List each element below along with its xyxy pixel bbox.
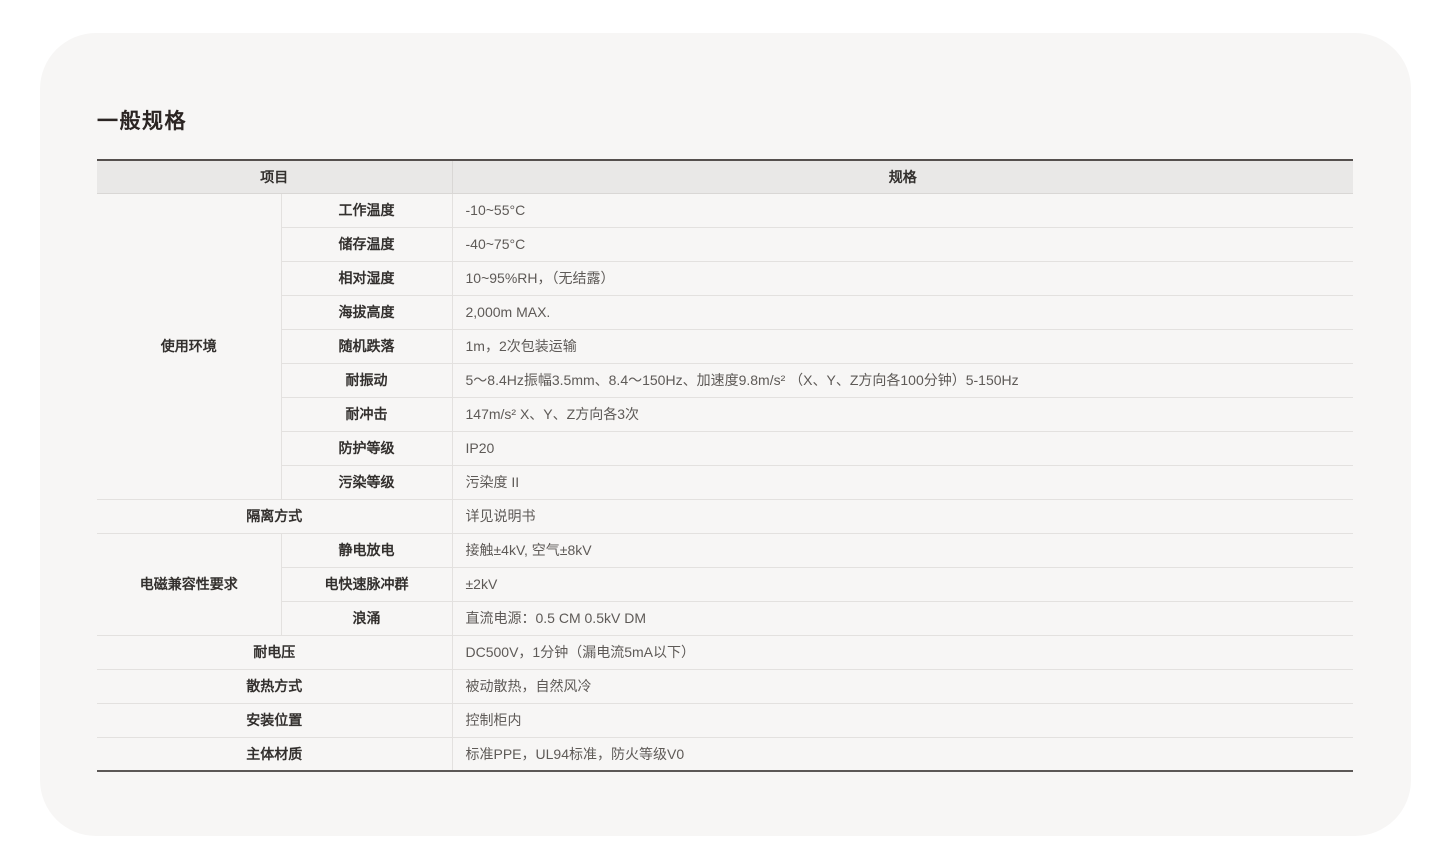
- value-cell: 10~95%RH，（无结露）: [452, 261, 1353, 295]
- item-cell: 污染等级: [281, 465, 452, 499]
- table-row: 耐冲击 147m/s² X、Y、Z方向各3次: [97, 397, 1353, 431]
- value-cell: 直流电源：0.5 CM 0.5kV DM: [452, 601, 1353, 635]
- item-cell: 主体材质: [97, 737, 452, 771]
- value-cell: 控制柜内: [452, 703, 1353, 737]
- table-header-row: 项目 规格: [97, 160, 1353, 193]
- item-cell: 静电放电: [281, 533, 452, 567]
- table-row: 耐电压 DC500V，1分钟（漏电流5mA以下）: [97, 635, 1353, 669]
- table-row: 污染等级 污染度 II: [97, 465, 1353, 499]
- table-row: 使用环境 工作温度 -10~55°C: [97, 193, 1353, 227]
- item-cell: 工作温度: [281, 193, 452, 227]
- section-title: 一般规格: [97, 109, 187, 134]
- value-cell: -40~75°C: [452, 227, 1353, 261]
- value-cell: 被动散热，自然风冷: [452, 669, 1353, 703]
- table-row: 浪涌 直流电源：0.5 CM 0.5kV DM: [97, 601, 1353, 635]
- item-cell: 随机跌落: [281, 329, 452, 363]
- value-cell: 1m，2次包装运输: [452, 329, 1353, 363]
- column-header-spec: 规格: [452, 160, 1353, 193]
- value-cell: 污染度 II: [452, 465, 1353, 499]
- table-row: 海拔高度 2,000m MAX.: [97, 295, 1353, 329]
- category-cell: 使用环境: [97, 193, 281, 499]
- item-cell: 安装位置: [97, 703, 452, 737]
- value-cell: ±2kV: [452, 567, 1353, 601]
- value-cell: 5～8.4Hz振幅3.5mm、8.4～150Hz、加速度9.8m/s² （X、Y…: [452, 363, 1353, 397]
- item-cell: 耐电压: [97, 635, 452, 669]
- table-row: 耐振动 5～8.4Hz振幅3.5mm、8.4～150Hz、加速度9.8m/s² …: [97, 363, 1353, 397]
- value-cell: IP20: [452, 431, 1353, 465]
- table-row: 主体材质 标准PPE，UL94标准，防火等级V0: [97, 737, 1353, 771]
- item-cell: 海拔高度: [281, 295, 452, 329]
- item-cell: 防护等级: [281, 431, 452, 465]
- value-cell: -10~55°C: [452, 193, 1353, 227]
- table-row: 电快速脉冲群 ±2kV: [97, 567, 1353, 601]
- item-cell: 隔离方式: [97, 499, 452, 533]
- table-row: 储存温度 -40~75°C: [97, 227, 1353, 261]
- value-cell: 147m/s² X、Y、Z方向各3次: [452, 397, 1353, 431]
- item-cell: 耐冲击: [281, 397, 452, 431]
- table-row: 散热方式 被动散热，自然风冷: [97, 669, 1353, 703]
- item-cell: 浪涌: [281, 601, 452, 635]
- item-cell: 电快速脉冲群: [281, 567, 452, 601]
- value-cell: DC500V，1分钟（漏电流5mA以下）: [452, 635, 1353, 669]
- value-cell: 标准PPE，UL94标准，防火等级V0: [452, 737, 1353, 771]
- value-cell: 接触±4kV, 空气±8kV: [452, 533, 1353, 567]
- column-header-item: 项目: [97, 160, 452, 193]
- value-cell: 详见说明书: [452, 499, 1353, 533]
- table-row: 相对湿度 10~95%RH，（无结露）: [97, 261, 1353, 295]
- table-row: 随机跌落 1m，2次包装运输: [97, 329, 1353, 363]
- item-cell: 耐振动: [281, 363, 452, 397]
- table-row: 电磁兼容性要求 静电放电 接触±4kV, 空气±8kV: [97, 533, 1353, 567]
- spec-card: 一般规格 项目 规格 使用环境 工作温度 -10~55°C 储存温度 -40~7…: [40, 33, 1411, 836]
- item-cell: 储存温度: [281, 227, 452, 261]
- table-row: 隔离方式 详见说明书: [97, 499, 1353, 533]
- item-cell: 相对湿度: [281, 261, 452, 295]
- table-row: 防护等级 IP20: [97, 431, 1353, 465]
- item-cell: 散热方式: [97, 669, 452, 703]
- general-spec-table: 项目 规格 使用环境 工作温度 -10~55°C 储存温度 -40~75°C 相…: [97, 159, 1353, 772]
- category-cell: 电磁兼容性要求: [97, 533, 281, 635]
- table-row: 安装位置 控制柜内: [97, 703, 1353, 737]
- value-cell: 2,000m MAX.: [452, 295, 1353, 329]
